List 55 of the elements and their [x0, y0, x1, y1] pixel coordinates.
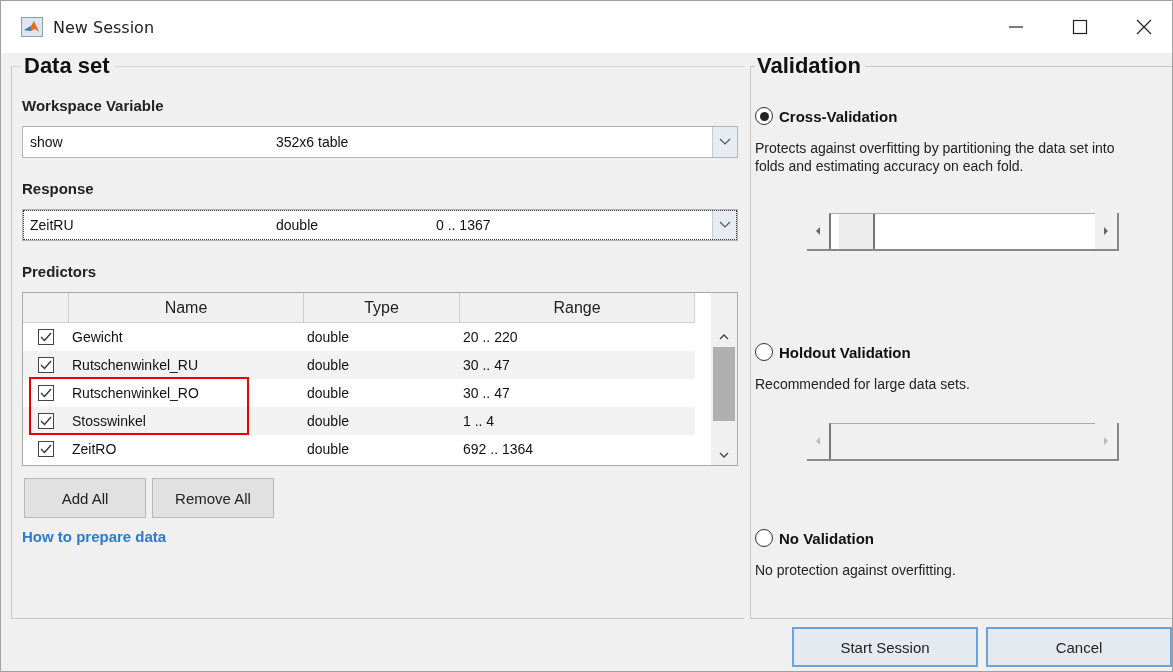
radio-button[interactable]: Holdout Validation: [755, 343, 911, 361]
option-description: No protection against overfitting.: [755, 561, 957, 579]
table-action-button[interactable]: Remove All: [152, 478, 274, 518]
table-cell-text: Gewicht: [71, 329, 124, 345]
table-cell-text: double: [306, 329, 351, 345]
response-dropdown[interactable]: ZeitRU double 0 .. 1367: [22, 209, 738, 241]
checkbox[interactable]: [38, 385, 54, 401]
caret-icon: [719, 138, 731, 146]
section-title: Validation: [756, 53, 862, 79]
slider-thumb[interactable]: [838, 214, 875, 249]
column-header[interactable]: Type: [304, 293, 460, 323]
table-cell-text: 30 .. 47: [462, 357, 511, 373]
radio-button[interactable]: Cross-Validation: [755, 107, 898, 125]
cancel-button[interactable]: Cancel: [986, 627, 1172, 667]
app-logo-icon: [21, 17, 43, 37]
table-cell-text: 30 .. 47: [462, 385, 511, 401]
option-description: Recommended for large data sets.: [755, 375, 971, 393]
table-cell-text: double: [306, 385, 351, 401]
field-label: Response: [22, 180, 95, 197]
right-arrow-icon[interactable]: [1103, 226, 1109, 236]
table-cell-text: 20 .. 220: [462, 329, 519, 345]
table-cell-text: 692 .. 1364: [462, 441, 535, 457]
table-cell-text: double: [306, 413, 351, 429]
table-cell-text: Stosswinkel: [71, 413, 147, 429]
left-arrow-icon[interactable]: [815, 226, 821, 236]
close-icon[interactable]: [1136, 19, 1152, 35]
checkbox[interactable]: [38, 441, 54, 457]
column-header[interactable]: Range: [460, 293, 695, 323]
column-header[interactable]: Name: [69, 293, 304, 323]
table-cell-text: Rutschenwinkel_RO: [71, 385, 200, 401]
column-header: [23, 293, 69, 323]
checkbox[interactable]: [38, 329, 54, 345]
table-action-button[interactable]: Add All: [24, 478, 146, 518]
field-label: Predictors: [22, 263, 98, 280]
scroll-down-icon[interactable]: [719, 451, 729, 459]
checkbox[interactable]: [38, 413, 54, 429]
option-description: Protects against overfitting by partitioning the data set into folds and estimating accuracy on each fold.: [755, 139, 1116, 175]
vertical-scrollbar[interactable]: [711, 293, 737, 465]
section-title: Data set: [23, 53, 111, 79]
scroll-up-icon[interactable]: [719, 333, 729, 341]
help-link[interactable]: How to prepare data: [22, 528, 167, 545]
table-cell-text: ZeitRO: [71, 441, 118, 457]
table-cell-text: 1 .. 4: [462, 413, 496, 429]
maximize-icon[interactable]: [1072, 19, 1088, 35]
window-title: New Session: [53, 17, 155, 37]
radio-button[interactable]: No Validation: [755, 529, 874, 547]
table-cell-text: double: [306, 357, 351, 373]
workspace-variable-dropdown[interactable]: show 352x6 table: [22, 126, 738, 158]
table-cell-text: Rutschenwinkel_RU: [71, 357, 200, 373]
slider[interactable]: [807, 213, 1119, 251]
table-cell-text: double: [306, 441, 351, 457]
field-label: Workspace Variable: [22, 97, 165, 114]
start-session-button[interactable]: Start Session: [792, 627, 978, 667]
caret-icon: [719, 221, 731, 229]
checkbox[interactable]: [38, 357, 54, 373]
